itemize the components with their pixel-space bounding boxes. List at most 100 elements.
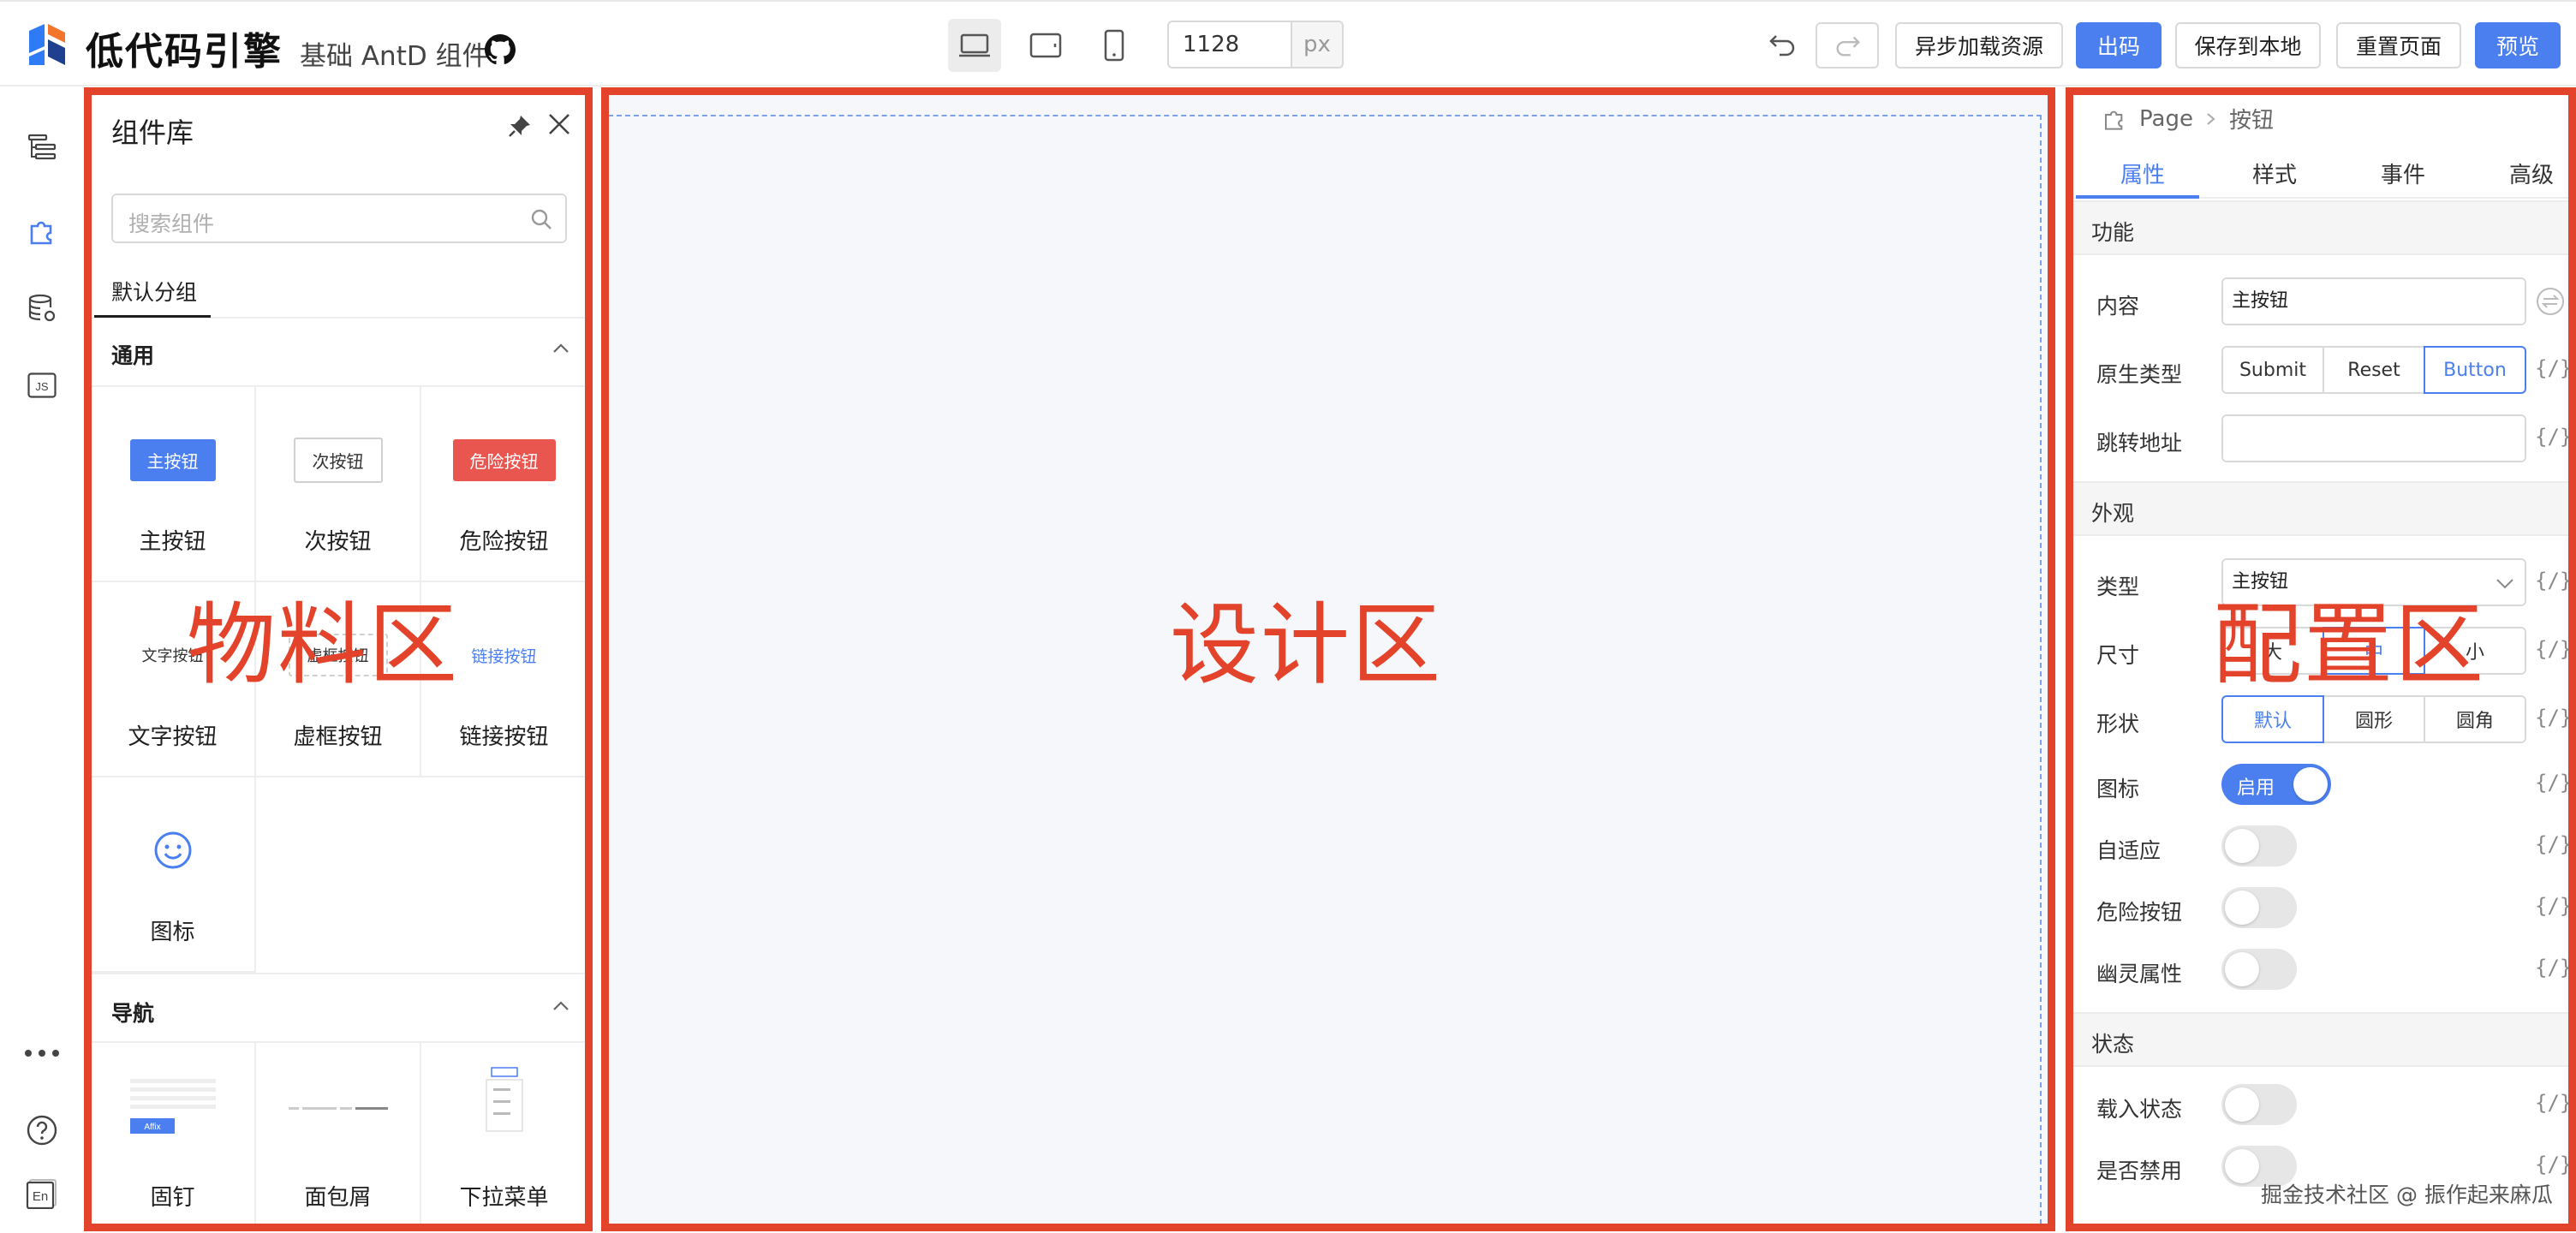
datasource-icon[interactable] [22,289,62,328]
component-item-danger-button[interactable]: 危险按钮 危险按钮 [421,387,587,582]
component-item-breadcrumb[interactable]: 面包屑 [256,1043,421,1230]
section-title: 功能 [2091,220,2135,245]
shape-round[interactable]: 圆角 [2424,695,2526,743]
chevron-right-icon [2205,111,2217,127]
variable-toggle-icon[interactable]: {/} [2535,706,2572,730]
canvas-width-input[interactable]: 1128 px [1167,21,1344,68]
native-type-label: 原生类型 [2096,362,2183,387]
native-type-reset[interactable]: Reset [2323,346,2425,394]
component-name: 图标 [150,920,195,945]
help-icon[interactable] [22,1111,62,1150]
component-search-input[interactable]: 搜索组件 [111,194,567,243]
canvas-width-unit: px [1291,22,1342,67]
section-state: 状态 [2066,1012,2576,1067]
redo-icon [1836,36,1860,57]
tab-events[interactable]: 事件 [2381,158,2425,189]
component-item-affix[interactable]: Affix 固钉 [91,1043,256,1230]
variable-toggle-icon[interactable]: {/} [2535,569,2572,593]
settings-tabs: 属性 样式 事件 高级 [2066,140,2576,199]
component-item-dropdown[interactable]: 下拉菜单 [421,1043,587,1230]
variable-toggle-icon[interactable]: {/} [2535,637,2572,661]
variable-bind-icon[interactable] [2535,286,2566,317]
breadcrumb-preview [256,1077,420,1141]
tab-style[interactable]: 样式 [2252,158,2297,189]
shape-circle[interactable]: 圆形 [2323,695,2425,743]
type-label: 类型 [2096,575,2140,599]
mobile-icon[interactable] [1088,19,1141,72]
variable-toggle-icon[interactable]: {/} [2535,894,2572,918]
variable-toggle-icon[interactable]: {/} [2535,832,2572,856]
shape-default[interactable]: 默认 [2221,695,2324,743]
breadcrumb-root[interactable]: Page [2139,106,2193,132]
group-header-general[interactable]: 通用 [91,317,587,387]
href-input[interactable] [2221,414,2526,462]
variable-toggle-icon[interactable]: {/} [2535,356,2572,380]
config-region-label: 配置区 [2213,593,2486,697]
save-local-button[interactable]: 保存到本地 [2175,22,2321,68]
component-grid-nav: Affix 固钉 面包屑 下拉菜单 [91,1043,587,1230]
component-name: 文字按钮 [128,724,218,750]
desktop-icon[interactable] [948,19,1001,72]
canvas-width-value[interactable]: 1128 [1169,22,1291,67]
switch-knob [2225,952,2259,986]
section-function: 功能 [2066,200,2576,255]
component-name: 链接按钮 [459,724,549,750]
redo-button[interactable] [1816,22,1879,68]
outline-tree-icon[interactable] [22,128,62,167]
tab-default-group[interactable]: 默认分组 [111,276,197,307]
component-item-secondary-button[interactable]: 次按钮 次按钮 [256,387,421,582]
chevron-up-icon[interactable] [552,342,570,354]
breadcrumb-current: 按钮 [2228,108,2274,134]
variable-toggle-icon[interactable]: {/} [2535,1153,2572,1176]
pin-icon[interactable] [507,113,533,139]
chevron-up-icon[interactable] [552,1000,570,1012]
language-en-icon[interactable]: En [22,1174,62,1213]
component-item-primary-button[interactable]: 主按钮 主按钮 [91,387,256,582]
variable-toggle-icon[interactable]: {/} [2535,1091,2572,1115]
export-code-button[interactable]: 出码 [2076,22,2162,68]
undo-icon[interactable] [1768,29,1798,60]
tablet-icon[interactable] [1019,19,1072,72]
shape-radio-group: 默认 圆形 圆角 [2221,695,2526,743]
variable-toggle-icon[interactable]: {/} [2535,956,2572,980]
panel-title: 组件库 [111,116,194,149]
variable-toggle-icon[interactable]: {/} [2535,771,2572,795]
size-label: 尺寸 [2096,643,2140,668]
js-code-icon[interactable]: JS [22,366,62,405]
danger-switch[interactable] [2221,887,2297,928]
loading-switch[interactable] [2221,1084,2297,1125]
preview-button[interactable]: 预览 [2475,22,2561,68]
disabled-label: 是否禁用 [2096,1159,2183,1183]
group-header-nav[interactable]: 导航 [91,973,587,1043]
chevron-down-icon [2494,572,2516,594]
primary-button-preview: 主按钮 [129,438,216,481]
component-puzzle-icon[interactable] [22,211,62,251]
block-label: 自适应 [2096,838,2162,863]
switch-knob [2225,890,2259,925]
more-icon[interactable] [22,1033,62,1073]
native-type-button[interactable]: Button [2424,346,2526,394]
tab-properties[interactable]: 属性 [2120,158,2165,189]
preset-subtitle: 基础 AntD 组件 [300,41,489,72]
ghost-switch[interactable] [2221,949,2297,990]
component-name: 固钉 [150,1185,195,1211]
close-icon[interactable] [546,111,572,137]
brand-title: 低代码引擎 [86,30,283,74]
search-placeholder: 搜索组件 [128,211,215,236]
content-input[interactable]: 主按钮 [2221,277,2526,325]
section-title: 外观 [2091,501,2135,526]
block-switch[interactable] [2221,825,2297,867]
design-region-label: 设计区 [1170,593,1443,697]
smile-icon [91,819,254,882]
switch-knob [2225,1149,2259,1183]
tab-advanced[interactable]: 高级 [2509,158,2554,189]
breadcrumb: Page 按钮 [2102,103,2274,134]
variable-toggle-icon[interactable]: {/} [2535,425,2572,449]
github-icon[interactable] [485,34,516,65]
native-type-submit[interactable]: Submit [2221,346,2324,394]
search-icon[interactable] [529,207,553,231]
icon-switch[interactable]: 启用 [2221,764,2331,805]
component-item-icon[interactable]: 图标 [91,777,256,973]
reset-page-button[interactable]: 重置页面 [2336,22,2461,68]
async-load-button[interactable]: 异步加载资源 [1895,22,2063,68]
